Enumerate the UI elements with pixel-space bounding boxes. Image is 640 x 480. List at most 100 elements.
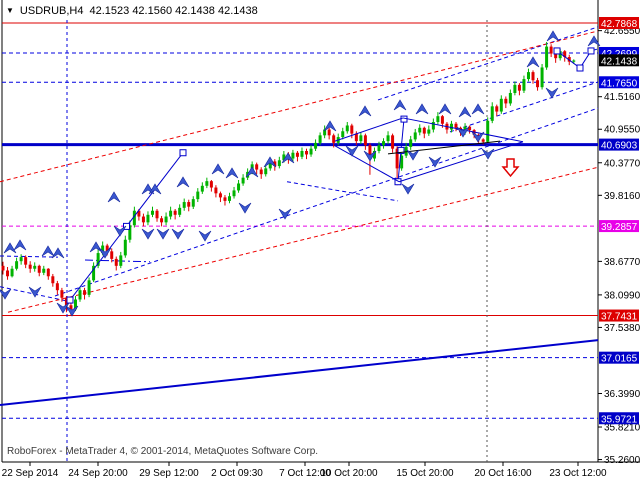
- candle-up: [264, 168, 267, 174]
- fractal-up-arrow-icon: [14, 240, 26, 250]
- candle-up: [432, 122, 435, 130]
- price-scale[interactable]: 42.655041.516040.955040.377039.816038.67…: [598, 17, 640, 466]
- fractal-up-arrow-icon: [394, 100, 406, 110]
- triangle-lower-1: [335, 146, 399, 182]
- left-range-top: [0, 256, 58, 257]
- candle-down: [210, 181, 213, 187]
- trendline-handle: [67, 297, 73, 303]
- price-badge-label: 37.7431: [601, 312, 638, 323]
- candle-down: [495, 106, 498, 111]
- candle-down: [423, 128, 426, 134]
- fractal-down-arrow-icon: [429, 157, 441, 167]
- price-badge-label: 39.2857: [601, 222, 638, 233]
- level-lines-layer: [2, 23, 598, 418]
- fractal-up-arrow-icon: [439, 104, 451, 114]
- price-tick-label: 37.5380: [604, 323, 640, 334]
- chart-window[interactable]: ▼ USDRUB,H4 42.1523 42.1560 42.1438 42.1…: [0, 0, 640, 480]
- candle-up: [42, 269, 45, 273]
- candle-up: [486, 121, 489, 142]
- candle-up: [527, 72, 530, 79]
- fractal-up-arrow-icon: [527, 57, 539, 67]
- fractal-down-arrow-icon: [199, 231, 211, 241]
- candle-up: [572, 61, 575, 62]
- candle-down: [328, 130, 331, 136]
- fractal-down-arrow-icon: [172, 229, 184, 239]
- candle-up: [278, 160, 281, 166]
- candle-up: [196, 192, 199, 200]
- candle-down: [364, 135, 367, 145]
- fractal-down-arrow-icon: [346, 146, 358, 156]
- time-scale[interactable]: 22 Sep 201424 Sep 20:0029 Sep 12:002 Oct…: [2, 462, 607, 479]
- chart-symbol-period: USDRUB,H4: [20, 5, 84, 17]
- price-chart[interactable]: 42.655041.516040.955040.377039.816038.67…: [0, 0, 640, 480]
- candle-up: [359, 135, 362, 141]
- candle-down: [305, 151, 308, 154]
- dashed-support: [287, 182, 398, 201]
- candle-up: [346, 125, 349, 131]
- candle-up: [382, 141, 385, 145]
- candle-up: [418, 128, 421, 133]
- candle-down: [6, 270, 9, 276]
- forecast-node: [577, 65, 583, 71]
- triangle-lower-2: [399, 142, 523, 182]
- candle-up: [341, 131, 344, 137]
- fractal-up-arrow-icon: [459, 107, 471, 117]
- price-tick-label: 36.3990: [604, 389, 640, 400]
- fractal-down-arrow-icon: [157, 229, 169, 239]
- candle-down: [29, 265, 32, 269]
- fractal-up-arrow-icon: [52, 248, 64, 258]
- candle-down: [332, 135, 335, 143]
- candle-up: [79, 290, 82, 299]
- candle-down: [255, 164, 258, 169]
- candle-up: [146, 215, 149, 223]
- channel-upper: [378, 27, 598, 100]
- fractal-down-arrow-icon: [402, 184, 414, 194]
- candle-up: [414, 132, 417, 139]
- red-down-arrow-icon: [503, 159, 518, 176]
- candle-down: [24, 257, 27, 265]
- candle-down: [532, 72, 535, 80]
- candle-down: [391, 135, 394, 148]
- candle-down: [51, 276, 54, 283]
- candle-down: [160, 218, 163, 222]
- fractal-down-arrow-icon: [29, 287, 41, 297]
- candle-up: [509, 93, 512, 103]
- forecast-node: [588, 48, 594, 54]
- time-tick-label: 24 Sep 20:00: [68, 468, 128, 479]
- candle-up: [237, 183, 240, 190]
- fractal-up-arrow-icon: [212, 164, 224, 174]
- candle-up: [409, 139, 412, 147]
- price-badge-label: 41.7650: [601, 78, 638, 89]
- trendline-handle: [180, 150, 186, 156]
- price-badge-label: 35.9721: [601, 414, 638, 425]
- fractal-down-arrow-icon: [239, 203, 251, 213]
- candle-up: [15, 261, 18, 269]
- candle-up: [88, 280, 91, 295]
- candle-down: [38, 266, 41, 273]
- candle-up: [192, 199, 195, 207]
- candle-up: [233, 190, 236, 196]
- fractal-up-arrow-icon: [4, 243, 16, 253]
- candle-up: [201, 186, 204, 192]
- candles-layer: [2, 42, 576, 315]
- candle-down: [110, 251, 113, 259]
- price-tick-label: 38.6770: [604, 257, 640, 268]
- candle-up: [20, 257, 23, 261]
- chart-title-bar: ▼ USDRUB,H4 42.1523 42.1560 42.1438 42.1…: [6, 4, 258, 18]
- time-tick-label: 29 Sep 12:00: [139, 468, 199, 479]
- candle-up: [522, 79, 525, 91]
- price-tick-label: 41.5160: [604, 92, 640, 103]
- candle-down: [350, 125, 353, 133]
- fractal-up-arrow-icon: [416, 104, 428, 114]
- candle-up: [427, 130, 430, 134]
- candle-up: [242, 178, 245, 184]
- symbol-dropdown-arrow-icon[interactable]: ▼: [6, 6, 14, 16]
- red-channel-lower: [8, 167, 598, 312]
- fractal-down-arrow-icon: [99, 248, 111, 258]
- fractal-down-arrow-icon: [142, 229, 154, 239]
- candle-up: [183, 202, 186, 208]
- fractal-up-arrow-icon: [108, 192, 120, 202]
- forecast-node: [554, 48, 560, 54]
- candle-down: [142, 217, 145, 223]
- candle-down: [518, 85, 521, 91]
